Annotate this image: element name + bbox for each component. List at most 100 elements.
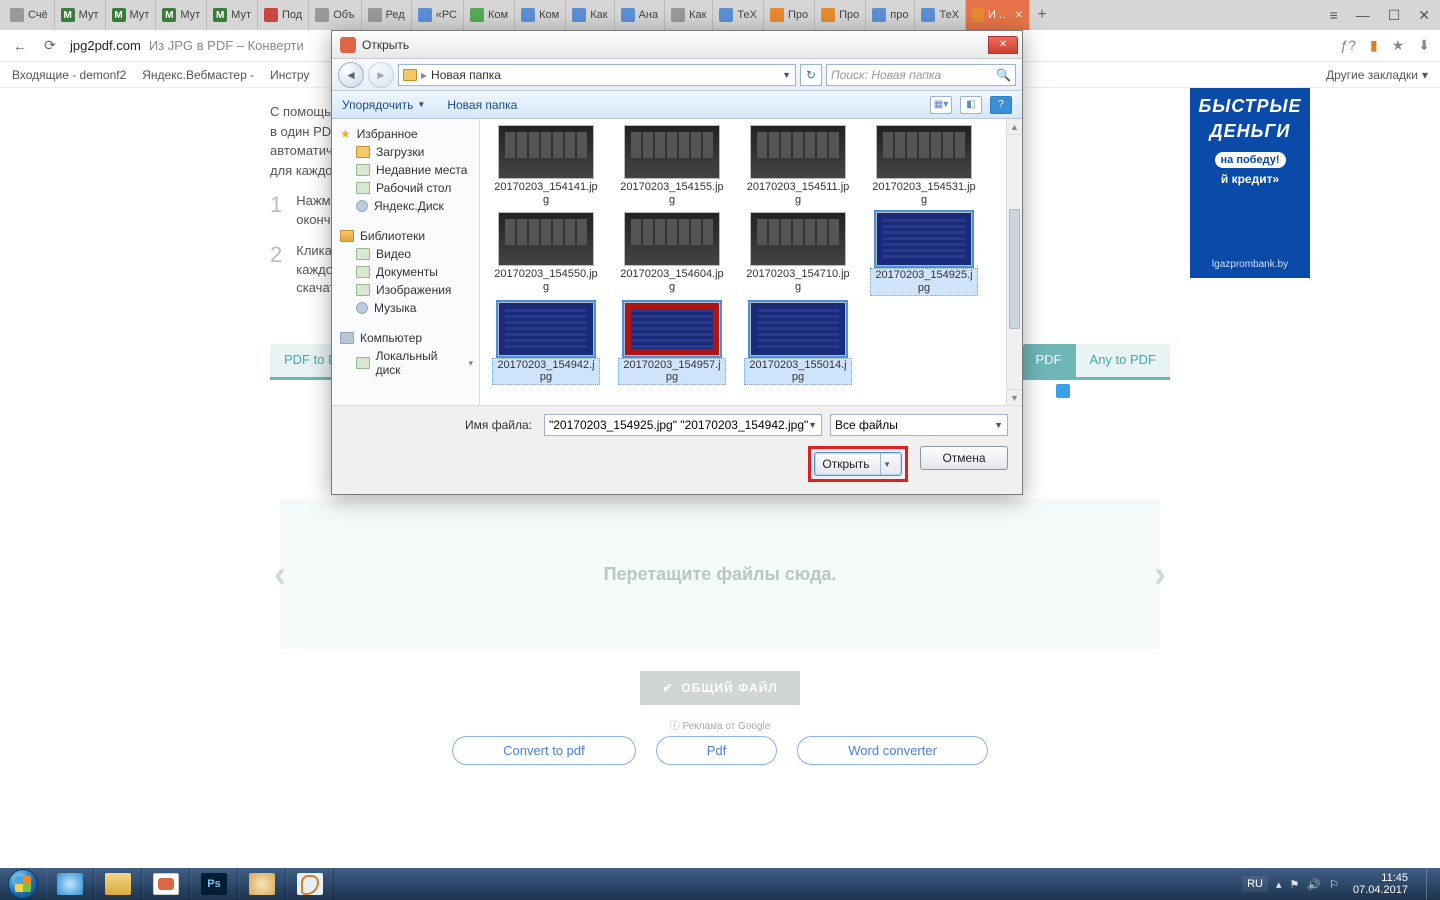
ad-link[interactable]: Word converter: [797, 736, 988, 765]
browser-tab[interactable]: «РС: [412, 0, 464, 30]
chevron-left-icon[interactable]: ‹: [274, 553, 286, 595]
nav-forward-button[interactable]: ►: [368, 62, 394, 88]
ad-link[interactable]: Pdf: [656, 736, 778, 765]
browser-tab[interactable]: Под: [258, 0, 309, 30]
ad-link[interactable]: Convert to pdf: [452, 736, 636, 765]
browser-tab[interactable]: Про: [815, 0, 866, 30]
browser-tab[interactable]: про: [866, 0, 915, 30]
maximize-icon[interactable]: ☐: [1384, 5, 1405, 26]
path-field[interactable]: ▸ Новая папка ▼: [398, 64, 796, 86]
show-desktop-button[interactable]: [1426, 868, 1436, 900]
sidebar-item-recent[interactable]: Недавние места: [332, 161, 479, 179]
refresh-button[interactable]: ↻: [800, 64, 822, 86]
tab-any-to-pdf[interactable]: Any to PDF: [1076, 344, 1170, 377]
taskbar-snip[interactable]: [286, 868, 334, 900]
file-item[interactable]: 20170203_154604.jpg: [618, 212, 726, 295]
scrollbar[interactable]: ▲ ▼: [1006, 119, 1022, 405]
chevron-right-icon[interactable]: ›: [1154, 553, 1166, 595]
file-item[interactable]: 20170203_155014.jpg: [744, 302, 852, 385]
close-icon[interactable]: ✕: [1015, 10, 1023, 21]
browser-tab-active[interactable]: И … ✕: [966, 0, 1030, 30]
browser-tab[interactable]: Счё: [4, 0, 55, 30]
dropzone[interactable]: ‹ Перетащите файлы сюда. ›: [280, 499, 1160, 649]
dialog-close-button[interactable]: ✕: [988, 36, 1018, 54]
dialog-titlebar[interactable]: Открыть ✕: [332, 31, 1022, 59]
new-folder-button[interactable]: Новая папка: [447, 98, 517, 112]
search-field[interactable]: Поиск: Новая папка 🔍: [826, 64, 1016, 86]
sidebar-item-music[interactable]: Музыка: [332, 299, 479, 317]
file-item[interactable]: 20170203_154141.jpg: [492, 125, 600, 206]
browser-tab[interactable]: ТеХ: [713, 0, 764, 30]
sidebar-group-libraries[interactable]: Библиотеки: [332, 225, 479, 245]
tray-chevron-icon[interactable]: ▴: [1276, 878, 1282, 891]
taskbar-explorer[interactable]: [94, 868, 142, 900]
split-chevron-icon[interactable]: ▼: [880, 453, 894, 475]
file-item[interactable]: 20170203_154942.jpg: [492, 302, 600, 385]
chevron-down-icon[interactable]: ▼: [994, 420, 1003, 430]
filename-field[interactable]: "20170203_154925.jpg" "20170203_154942.j…: [544, 414, 822, 436]
file-item[interactable]: 20170203_154710.jpg: [744, 212, 852, 295]
taskbar-ie[interactable]: [46, 868, 94, 900]
reload-button[interactable]: ⟳: [40, 36, 60, 56]
sidebar-item-local-disk[interactable]: Локальный диск▾: [332, 347, 479, 379]
bookmark-link[interactable]: Входящие - demonf2: [12, 68, 126, 82]
clock[interactable]: 11:45 07.04.2017: [1347, 872, 1414, 896]
browser-tab[interactable]: Ана: [615, 0, 666, 30]
downloads-icon[interactable]: ⬇: [1418, 37, 1430, 54]
path-segment[interactable]: Новая папка: [431, 68, 501, 82]
taskbar-photoshop[interactable]: Ps: [190, 868, 238, 900]
browser-tab[interactable]: ТеХ: [915, 0, 966, 30]
chevron-down-icon[interactable]: ▼: [808, 420, 817, 430]
scroll-thumb[interactable]: [1009, 209, 1020, 329]
sidebar-group-computer[interactable]: Компьютер: [332, 327, 479, 347]
font-icon[interactable]: ƒ?: [1340, 37, 1356, 54]
minimize-icon[interactable]: —: [1352, 5, 1374, 25]
browser-tab[interactable]: Про: [764, 0, 815, 30]
sidebar-ad[interactable]: БЫСТРЫЕ ДЕНЬГИ на победу! й кредит» lgaz…: [1190, 88, 1310, 278]
open-button[interactable]: Открыть ▼: [814, 452, 902, 476]
browser-tab[interactable]: Ред: [362, 0, 412, 30]
browser-tab[interactable]: Ком: [464, 0, 515, 30]
language-indicator[interactable]: RU: [1242, 876, 1268, 892]
browser-tab[interactable]: MМут: [156, 0, 207, 30]
back-button[interactable]: ←: [10, 36, 30, 56]
browser-tab[interactable]: Как: [665, 0, 713, 30]
file-type-filter[interactable]: Все файлы ▼: [830, 414, 1008, 436]
organize-menu[interactable]: Упорядочить ▼: [342, 98, 425, 112]
file-item[interactable]: 20170203_154155.jpg: [618, 125, 726, 206]
tab-pdf[interactable]: PDF: [1022, 344, 1076, 377]
rss-icon[interactable]: ▮: [1370, 37, 1378, 54]
taskbar-yandex[interactable]: [142, 868, 190, 900]
close-window-icon[interactable]: ✕: [1414, 5, 1434, 26]
taskbar-app[interactable]: [238, 868, 286, 900]
network-icon[interactable]: ⚑: [1289, 878, 1299, 891]
sidebar-group-favorites[interactable]: ★Избранное: [332, 123, 479, 143]
browser-tab[interactable]: Объ: [309, 0, 361, 30]
browser-tab[interactable]: Как: [566, 0, 614, 30]
sidebar-item-desktop[interactable]: Рабочий стол: [332, 179, 479, 197]
browser-tab[interactable]: MМут: [207, 0, 258, 30]
file-item[interactable]: 20170203_154511.jpg: [744, 125, 852, 206]
browser-tab[interactable]: MМут: [106, 0, 157, 30]
preview-pane-button[interactable]: ◧: [960, 96, 982, 114]
start-button[interactable]: [0, 868, 46, 900]
scroll-down-icon[interactable]: ▼: [1007, 389, 1022, 405]
nav-back-button[interactable]: ◄: [338, 62, 364, 88]
volume-icon[interactable]: 🔊: [1307, 878, 1321, 891]
view-mode-button[interactable]: ▦▾: [930, 96, 952, 114]
sidebar-item-documents[interactable]: Документы: [332, 263, 479, 281]
file-item[interactable]: 20170203_154531.jpg: [870, 125, 978, 206]
sidebar-item-downloads[interactable]: Загрузки: [332, 143, 479, 161]
bookmark-link[interactable]: Яндекс.Вебмастер -: [142, 68, 254, 82]
scroll-up-icon[interactable]: ▲: [1007, 119, 1022, 135]
combine-button[interactable]: ✔ ОБЩИЙ ФАЙЛ: [640, 671, 800, 705]
browser-tab[interactable]: MМут: [55, 0, 106, 30]
bookmark-link[interactable]: Инстру: [270, 68, 309, 82]
other-bookmarks[interactable]: Другие закладки ▾: [1326, 68, 1428, 82]
action-center-icon[interactable]: ⚐: [1329, 878, 1339, 891]
browser-tab[interactable]: Ком: [515, 0, 566, 30]
adchoices-icon[interactable]: [1056, 384, 1070, 398]
sidebar-item-pictures[interactable]: Изображения: [332, 281, 479, 299]
file-item[interactable]: 20170203_154925.jpg: [870, 212, 978, 295]
sidebar-item-yandex-disk[interactable]: Яндекс.Диск: [332, 197, 479, 215]
